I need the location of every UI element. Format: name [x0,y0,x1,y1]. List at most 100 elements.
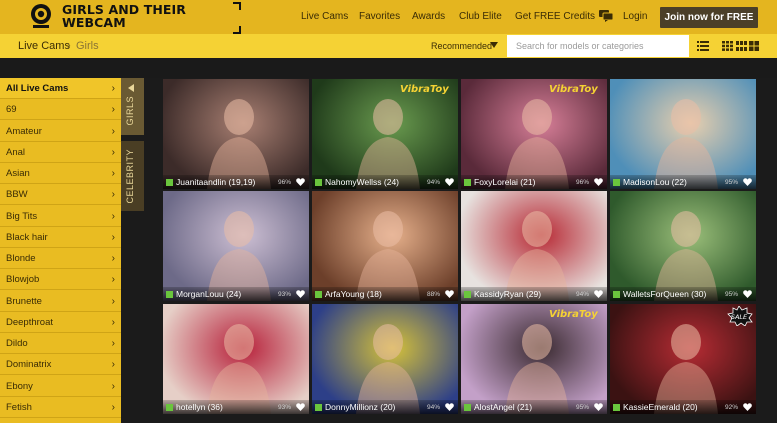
model-card[interactable]: VibraToy AlostAngel (21) 95% [461,304,607,414]
site-logo[interactable]: GIRLS AND THEIR WEBCAM [29,2,241,34]
heart-icon[interactable] [594,403,603,411]
nav-live-cams[interactable]: Live Cams [301,11,348,22]
sidebar-item[interactable]: Big Tits › [0,206,121,227]
model-name[interactable]: KassidyRyan (29) [474,289,541,299]
tab-girls-label: GIRLS [125,96,135,126]
heart-icon[interactable] [445,290,454,298]
model-name[interactable]: MadisonLou (22) [623,177,687,187]
model-name[interactable]: WalletsForQueen (30) [623,289,706,299]
sidebar-item[interactable]: Anal › [0,142,121,163]
heart-icon[interactable] [296,178,305,186]
sidebar-item[interactable]: Blonde › [0,248,121,270]
sidebar-item[interactable]: Amateur › [0,121,121,142]
model-name[interactable]: hotellyn (36) [176,402,223,412]
heart-icon[interactable] [445,403,454,411]
top-header: GIRLS AND THEIR WEBCAM Live Cams Favorit… [0,0,777,34]
nav-free-credits[interactable]: Get FREE Credits [515,11,595,22]
grid-small-icon[interactable] [722,41,733,51]
nav-club-elite[interactable]: Club Elite [459,11,502,22]
model-card[interactable]: SALE KassieEmerald (20) 92% [610,304,756,414]
sidebar-item[interactable]: 69 › [0,99,121,121]
grid-medium-icon[interactable] [736,41,747,51]
model-rating: 95% [724,291,738,298]
nav-favorites[interactable]: Favorites [359,11,400,22]
sidebar-item[interactable]: Dominatrix › [0,354,121,376]
model-card[interactable]: DonnyMillionz (20) 94% [312,304,458,414]
model-card[interactable]: KassidyRyan (29) 94% [461,191,607,301]
model-rating: 92% [724,404,738,411]
sidebar-item[interactable]: All Live Cams › [0,78,121,100]
heart-icon[interactable] [743,403,752,411]
sidebar-item[interactable]: Black hair › [0,227,121,248]
caret-down-icon[interactable] [490,42,498,48]
model-rating: 93% [277,291,291,298]
model-name[interactable]: NahomyWellss (24) [325,177,399,187]
online-status-indicator [464,179,471,186]
sidebar-item[interactable]: Fetish › [0,397,121,418]
sidebar-item[interactable]: Blowjob › [0,269,121,291]
svg-text:SALE: SALE [731,313,748,321]
model-card[interactable]: MorganLouu (24) 93% [163,191,309,301]
svg-text:VibraToy: VibraToy [549,309,598,320]
model-rating: 88% [426,291,440,298]
model-card[interactable]: WalletsForQueen (30) 95% [610,191,756,301]
model-rating: 95% [575,404,589,411]
sidebar-item[interactable]: Dildo › [0,333,121,355]
heart-icon[interactable] [296,290,305,298]
tab-girls[interactable]: GIRLS [121,78,144,135]
online-status-indicator [464,291,471,298]
tab-celebrity[interactable]: CELEBRITY [121,141,144,211]
model-card[interactable]: MadisonLou (22) 95% [610,79,756,189]
svg-text:VibraToy: VibraToy [549,84,598,95]
breadcrumb-live-cams[interactable]: Live Cams [18,40,70,52]
online-status-indicator [464,404,471,411]
online-status-indicator [613,179,620,186]
heart-icon[interactable] [296,403,305,411]
model-name[interactable]: AlostAngel (21) [474,402,532,412]
sidebar-item[interactable]: Asian › [0,163,121,185]
heart-icon[interactable] [445,178,454,186]
model-name[interactable]: KassieEmerald (20) [623,402,698,412]
model-rating: 94% [426,404,440,411]
sidebar-item-label: Dominatrix [6,359,52,371]
sidebar-item[interactable]: BBW › [0,184,121,206]
heart-icon[interactable] [594,178,603,186]
join-button[interactable]: Join now for FREE [660,7,758,28]
model-name[interactable]: MorganLouu (24) [176,289,241,299]
sidebar-item-label: BBW [6,189,28,201]
model-card[interactable]: VibraToy NahomyWellss (24) 94% [312,79,458,189]
sidebar-item-label: 69 [6,104,17,116]
online-status-indicator [166,291,173,298]
grid-large-icon[interactable] [749,41,759,51]
model-name[interactable]: ArfaYoung (18) [325,289,382,299]
heart-icon[interactable] [594,290,603,298]
model-name[interactable]: Juanitaandlin (19,19) [176,177,255,187]
sidebar-item[interactable]: Brunette › [0,291,121,312]
model-card[interactable]: hotellyn (36) 93% [163,304,309,414]
list-view-icon[interactable] [697,41,709,51]
model-name[interactable]: DonnyMillionz (20) [325,402,395,412]
vibratoy-badge-icon: VibraToy [549,309,598,320]
sort-dropdown[interactable]: Recommended [431,41,492,51]
search-input[interactable] [507,35,689,57]
chat-icon[interactable] [599,10,613,22]
chevron-right-icon: › [111,380,115,392]
sale-badge-icon: SALE [727,306,753,326]
heart-icon[interactable] [743,178,752,186]
model-rating: 96% [277,179,291,186]
heart-icon[interactable] [743,290,752,298]
vibratoy-badge-icon: VibraToy [549,84,598,95]
model-name[interactable]: FoxyLorelai (21) [474,177,535,187]
sidebar-item[interactable]: Deepthroat › [0,312,121,333]
nav-awards[interactable]: Awards [412,11,445,22]
nav-login[interactable]: Login [623,11,647,22]
model-card[interactable]: Juanitaandlin (19,19) 96% [163,79,309,189]
model-silhouette [207,99,271,189]
sidebar-item[interactable]: Ebony › [0,376,121,397]
chevron-right-icon: › [111,338,115,349]
model-card[interactable]: VibraToy FoxyLorelai (21) 96% [461,79,607,189]
webcam-logo-icon [31,4,51,28]
sidebar-item-label: Dildo [6,338,28,349]
chevron-right-icon: › [111,83,115,94]
model-card[interactable]: ArfaYoung (18) 88% [312,191,458,301]
